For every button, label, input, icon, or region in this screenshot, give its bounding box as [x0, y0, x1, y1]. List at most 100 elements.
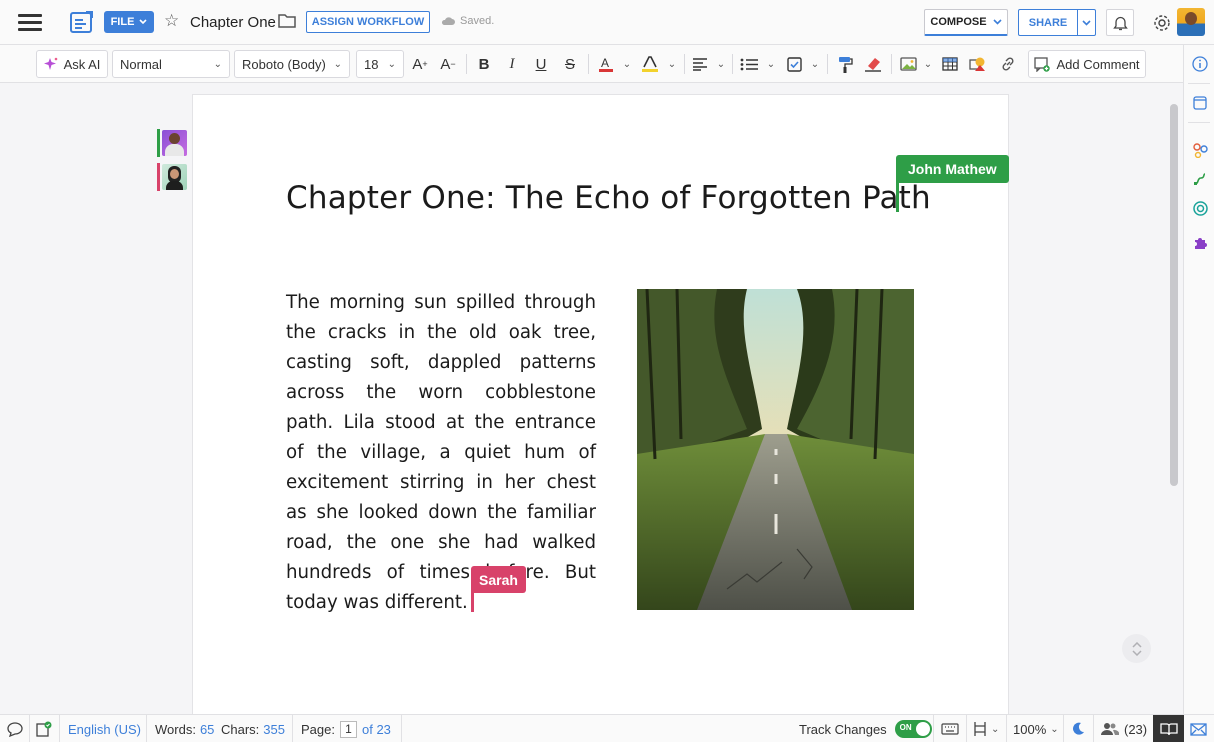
- ask-ai-button[interactable]: Ask AI: [36, 50, 108, 78]
- bullet-list-icon[interactable]: [736, 50, 762, 78]
- toolbar-divider: [732, 54, 733, 74]
- chevron-down-icon: [139, 19, 147, 25]
- insert-table-icon[interactable]: [938, 50, 962, 78]
- font-family-select[interactable]: Roboto (Body) ⌄: [234, 50, 350, 78]
- share-dropdown-chevron-icon[interactable]: [1078, 10, 1095, 35]
- format-painter-icon[interactable]: [833, 50, 857, 78]
- file-menu-label: FILE: [110, 16, 135, 28]
- track-changes-toggle[interactable]: ON: [894, 720, 932, 738]
- font-color-icon[interactable]: A: [594, 50, 618, 78]
- highlight-dropdown-chevron-icon[interactable]: ⌄: [665, 50, 679, 78]
- toolbar-divider: [827, 54, 828, 74]
- reader-mode-book-icon[interactable]: [1153, 715, 1184, 742]
- add-comment-icon: [1034, 56, 1051, 72]
- vertical-scrollbar[interactable]: [1170, 104, 1178, 486]
- assign-workflow-button[interactable]: ASSIGN WORKFLOW: [306, 11, 430, 33]
- insert-shape-icon[interactable]: [966, 50, 990, 78]
- checklist-icon[interactable]: [782, 50, 806, 78]
- ai-assistant-icon[interactable]: [1192, 200, 1208, 216]
- star-icon[interactable]: ☆: [164, 11, 179, 31]
- font-size-select[interactable]: 18 ⌄: [356, 50, 404, 78]
- chevron-down-icon: ⌄: [991, 723, 1000, 735]
- checklist-dropdown-chevron-icon[interactable]: ⌄: [808, 50, 822, 78]
- chevron-down-icon: ⌄: [213, 58, 222, 70]
- info-icon[interactable]: [1192, 56, 1208, 72]
- document-check-icon[interactable]: [36, 715, 52, 742]
- file-menu-button[interactable]: FILE: [104, 11, 154, 33]
- share-button[interactable]: SHARE: [1018, 9, 1096, 36]
- keyboard-icon[interactable]: [941, 715, 959, 742]
- track-changes-control: Track Changes ON: [799, 715, 932, 742]
- menu-icon[interactable]: [18, 14, 42, 32]
- status-divider: [966, 715, 967, 742]
- sidebar-divider: [1188, 83, 1210, 84]
- italic-icon[interactable]: I: [500, 50, 524, 78]
- notification-bell-icon[interactable]: [1106, 9, 1134, 36]
- bold-icon[interactable]: B: [472, 50, 496, 78]
- compose-button[interactable]: COMPOSE: [924, 9, 1008, 36]
- chevron-up-down-icon: [1131, 641, 1142, 656]
- email-feedback-icon[interactable]: [1190, 715, 1207, 742]
- add-comment-button[interactable]: Add Comment: [1028, 50, 1146, 78]
- underline-icon[interactable]: U: [529, 50, 553, 78]
- decrease-font-size-icon[interactable]: A −: [436, 50, 460, 78]
- settings-gear-icon[interactable]: [1148, 9, 1176, 36]
- integrations-icon[interactable]: [1192, 142, 1208, 158]
- track-changes-label: Track Changes: [799, 721, 887, 737]
- status-divider: [292, 715, 293, 742]
- writer-logo-icon[interactable]: [70, 10, 95, 34]
- strikethrough-icon[interactable]: S: [558, 50, 582, 78]
- list-dropdown-chevron-icon[interactable]: ⌄: [764, 50, 778, 78]
- page-layout-select[interactable]: ⌄: [973, 715, 999, 742]
- align-dropdown-chevron-icon[interactable]: ⌄: [714, 50, 728, 78]
- current-page-input[interactable]: 1: [339, 720, 357, 738]
- word-count[interactable]: Words: 65: [155, 715, 214, 742]
- document-heading[interactable]: Chapter One: The Echo of Forgotten Path: [286, 180, 931, 216]
- collaborator-flag-sarah: Sarah: [471, 566, 526, 593]
- document-flow-icon[interactable]: [1192, 171, 1208, 187]
- collaborator-flag-john: John Mathew: [896, 155, 1009, 183]
- page-label: Page:: [301, 721, 335, 737]
- zoom-select[interactable]: 100% ⌄: [1013, 715, 1059, 742]
- paragraph-style-select[interactable]: Normal ⌄: [112, 50, 230, 78]
- user-avatar[interactable]: [1177, 8, 1205, 36]
- chars-value: 355: [263, 721, 285, 737]
- language-selector[interactable]: English (US): [68, 715, 141, 742]
- paragraph-style-value: Normal: [120, 56, 162, 72]
- scroll-navigation-button[interactable]: [1122, 634, 1151, 663]
- toolbar-divider: [588, 54, 589, 74]
- insert-link-icon[interactable]: [996, 50, 1020, 78]
- viewers-count[interactable]: (23): [1101, 715, 1147, 742]
- status-bar: English (US) Words: 65 Chars: 355 Page: …: [0, 714, 1214, 742]
- toolbar-divider: [684, 54, 685, 74]
- tree-lined-road-image[interactable]: [637, 289, 914, 610]
- status-divider: [1006, 715, 1007, 742]
- toolbar-divider: [891, 54, 892, 74]
- chars-label: Chars:: [221, 721, 260, 737]
- char-count[interactable]: Chars: 355: [221, 715, 285, 742]
- dark-mode-moon-icon[interactable]: [1071, 715, 1085, 742]
- font-family-value: Roboto (Body): [242, 56, 326, 72]
- extensions-puzzle-icon[interactable]: [1192, 234, 1208, 250]
- chat-icon[interactable]: [7, 715, 23, 742]
- image-dropdown-chevron-icon[interactable]: ⌄: [921, 50, 935, 78]
- save-status-text: Saved.: [460, 15, 495, 27]
- folder-icon[interactable]: [278, 13, 296, 33]
- right-sidebar: [1183, 45, 1214, 714]
- status-divider: [59, 715, 60, 742]
- insert-image-icon[interactable]: [896, 50, 920, 78]
- collaborator-avatar-sarah[interactable]: [157, 163, 188, 191]
- collaborator-cursor-john: [896, 180, 899, 212]
- document-title[interactable]: Chapter One: [190, 14, 276, 31]
- page-panel-icon[interactable]: [1192, 95, 1208, 111]
- increase-font-size-icon[interactable]: A +: [408, 50, 432, 78]
- font-color-dropdown-chevron-icon[interactable]: ⌄: [620, 50, 634, 78]
- page-navigator: Page: 1 of 23: [301, 715, 391, 742]
- collaborator-avatar-john[interactable]: [157, 129, 188, 157]
- clear-formatting-eraser-icon[interactable]: [861, 50, 885, 78]
- highlight-color-icon[interactable]: [638, 50, 662, 78]
- align-left-icon[interactable]: [688, 50, 712, 78]
- share-label[interactable]: SHARE: [1019, 10, 1078, 35]
- document-paragraph[interactable]: The morning sun spilled through the crac…: [286, 288, 596, 618]
- compose-label: COMPOSE: [930, 16, 987, 28]
